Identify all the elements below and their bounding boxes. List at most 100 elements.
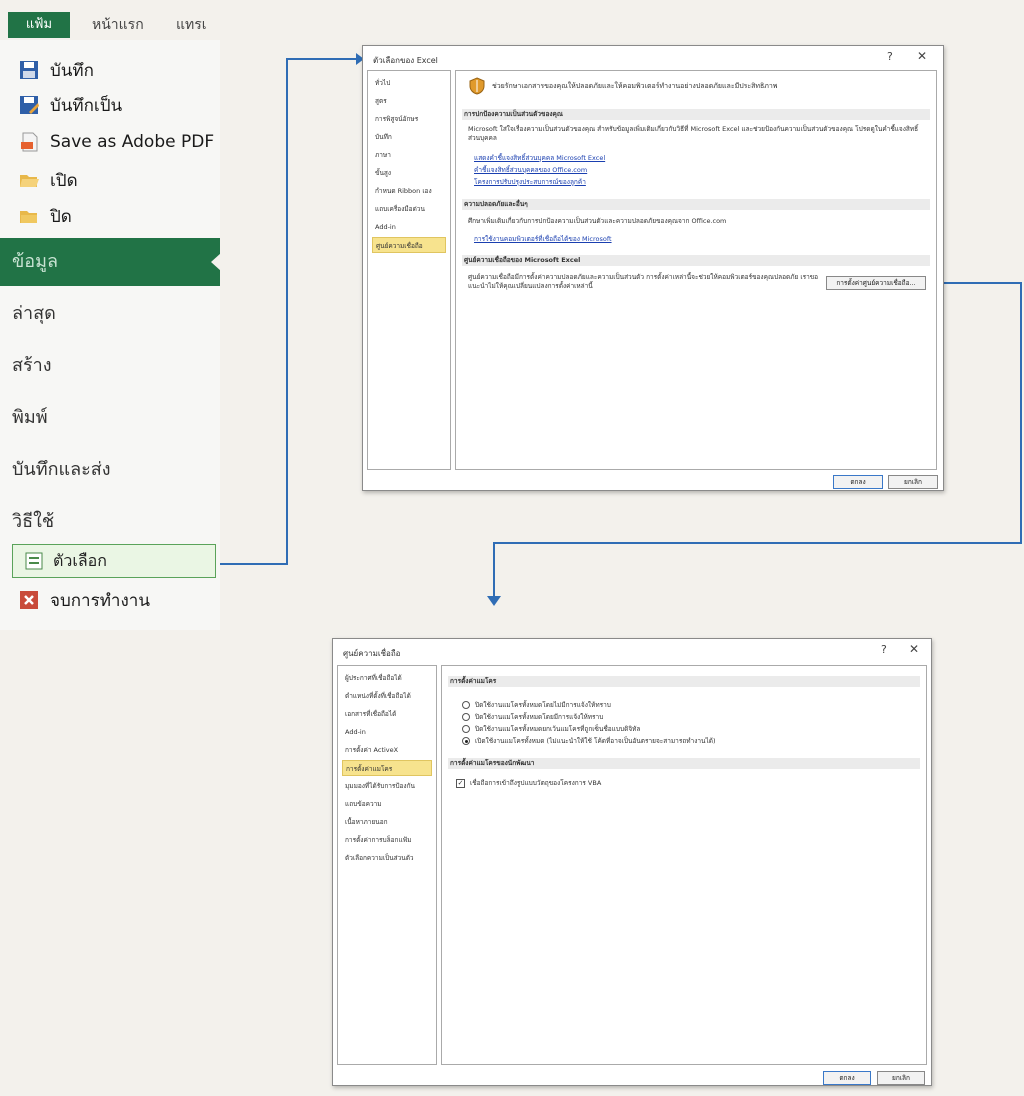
macro-settings-pane: การตั้งค่าแมโคร ปิดใช้งานแมโครทั้งหมดโดย… [441, 665, 927, 1065]
close-label: ปิด [50, 206, 72, 227]
trust-banner: ช่วยรักษาเอกสารของคุณให้ปลอดภัยและให้คอม… [492, 82, 778, 90]
save-pdf-command[interactable]: Save as Adobe PDF [18, 126, 214, 158]
close-button[interactable]: ✕ [917, 49, 927, 63]
ceip-link[interactable]: โครงการปรับปรุงประสบการณ์ของลูกค้า [474, 177, 586, 187]
options-nav: ทั่วไป สูตร การพิสูจน์อักษร บันทึก ภาษา … [367, 70, 451, 470]
exit-label: จบการทำงาน [50, 590, 150, 611]
nav-item-message-bar[interactable]: แถบข้อความ [342, 796, 432, 812]
close-button[interactable]: ✕ [909, 642, 919, 656]
options-icon [25, 552, 43, 570]
nav-item-activex[interactable]: การตั้งค่า ActiveX [342, 742, 432, 758]
cancel-button[interactable]: ยกเลิก [877, 1071, 925, 1085]
exit-command[interactable]: จบการทำงาน [18, 584, 150, 616]
privacy-text: Microsoft ใส่ใจเรื่องความเป็นส่วนตัวของค… [468, 125, 919, 142]
save-command[interactable]: บันทึก [18, 54, 94, 86]
checkbox-checked-icon[interactable]: ✓ [456, 778, 465, 788]
tab-file[interactable]: แฟ้ม [8, 12, 70, 38]
security-section-header: ความปลอดภัยและอื่นๆ [462, 199, 930, 210]
nav-item-save[interactable]: บันทึก [372, 129, 446, 145]
nav-item-general[interactable]: ทั่วไป [372, 75, 446, 91]
save-as-label: บันทึกเป็น [50, 95, 123, 116]
radio-button[interactable] [462, 725, 470, 733]
close-folder-icon [18, 205, 40, 227]
save-pdf-label: Save as Adobe PDF [50, 132, 215, 152]
trustworthy-computing-link[interactable]: การใช้งานคอมพิวเตอร์ที่เชื่อถือได้ของ Mi… [474, 234, 612, 244]
radio-disable-except-signed[interactable]: ปิดใช้งานแมโครทั้งหมดยกเว้นแมโครที่ถูกเซ… [462, 724, 640, 734]
nav-item-trusted-publishers[interactable]: ผู้ประกาศที่เชื่อถือได้ [342, 670, 432, 686]
section-save-send[interactable]: บันทึกและส่ง [0, 446, 220, 494]
nav-item-language[interactable]: ภาษา [372, 147, 446, 163]
macro-settings-header: การตั้งค่าแมโคร [448, 676, 920, 687]
trust-center-dialog: ศูนย์ความเชื่อถือ ? ✕ ผู้ประกาศที่เชื่อถ… [332, 638, 932, 1086]
close-command[interactable]: ปิด [18, 200, 72, 232]
developer-macro-header: การตั้งค่าแมโครของนักพัฒนา [448, 758, 920, 769]
section-new[interactable]: สร้าง [0, 342, 220, 390]
radio-enable-all[interactable]: เปิดใช้งานแมโครทั้งหมด (ไม่แนะนำให้ใช้ โ… [462, 736, 715, 746]
ok-button[interactable]: ตกลง [833, 475, 883, 489]
section-recent[interactable]: ล่าสุด [0, 290, 220, 338]
nav-item-trusted-documents[interactable]: เอกสารที่เชื่อถือได้ [342, 706, 432, 722]
excel-options-dialog: ตัวเลือกของ Excel ? ✕ ทั่วไป สูตร การพิส… [362, 45, 944, 491]
trust-center-nav: ผู้ประกาศที่เชื่อถือได้ ตำแหน่งที่ตั้งที… [337, 665, 437, 1065]
radio-label: ปิดใช้งานแมโครทั้งหมดโดยไม่มีการแจ้งให้ท… [475, 701, 611, 709]
radio-button[interactable] [462, 701, 470, 709]
dialog-title: ตัวเลือกของ Excel [373, 56, 438, 65]
nav-item-external-content[interactable]: เนื้อหาภายนอก [342, 814, 432, 830]
save-as-command[interactable]: บันทึกเป็น [18, 89, 122, 121]
options-pane: ช่วยรักษาเอกสารของคุณให้ปลอดภัยและให้คอม… [455, 70, 937, 470]
pdf-icon [18, 131, 40, 153]
save-icon [18, 59, 40, 81]
connector-line [286, 58, 288, 565]
nav-item-customize-ribbon[interactable]: กำหนด Ribbon เอง [372, 183, 446, 199]
save-label: บันทึก [50, 60, 94, 81]
exit-icon [18, 589, 40, 611]
trust-center-settings-button[interactable]: การตั้งค่าศูนย์ความเชื่อถือ... [826, 276, 926, 290]
nav-item-privacy-options[interactable]: ตัวเลือกความเป็นส่วนตัว [342, 850, 432, 866]
nav-item-trusted-locations[interactable]: ตำแหน่งที่ตั้งที่เชื่อถือได้ [342, 688, 432, 704]
section-info[interactable]: ข้อมูล [0, 238, 221, 286]
nav-item-addins[interactable]: Add-in [342, 724, 432, 740]
tab-insert[interactable]: แทรเ [176, 12, 207, 38]
options-label: ตัวเลือก [53, 550, 107, 570]
radio-label: เปิดใช้งานแมโครทั้งหมด (ไม่แนะนำให้ใช้ โ… [475, 737, 716, 745]
nav-item-file-block[interactable]: การตั้งค่าการบล็อกแฟ้ม [342, 832, 432, 848]
backstage-menu: บันทึก บันทึกเป็น Save as Adobe PDF เปิด… [0, 40, 221, 630]
nav-item-protected-view[interactable]: มุมมองที่ได้รับการป้องกัน [342, 778, 432, 794]
trust-center-section-header: ศูนย์ความเชื่อถือของ Microsoft Excel [462, 255, 930, 266]
office-privacy-link[interactable]: คำชี้แจงสิทธิ์ส่วนบุคคลของ Office.com [474, 165, 587, 175]
privacy-link[interactable]: แสดงคำชี้แจงสิทธิ์ส่วนบุคคล Microsoft Ex… [474, 153, 605, 163]
nav-item-quick-access[interactable]: แถบเครื่องมือด่วน [372, 201, 446, 217]
cancel-button[interactable]: ยกเลิก [888, 475, 938, 489]
connector-line [286, 58, 362, 60]
section-print[interactable]: พิมพ์ [0, 394, 220, 442]
privacy-section-header: การปกป้องความเป็นส่วนตัวของคุณ [462, 109, 930, 120]
nav-item-formulas[interactable]: สูตร [372, 93, 446, 109]
radio-label: ปิดใช้งานแมโครทั้งหมดยกเว้นแมโครที่ถูกเซ… [475, 725, 641, 733]
section-help[interactable]: วิธีใช้ [0, 498, 220, 546]
security-text: ศึกษาเพิ่มเติมเกี่ยวกับการปกป้องความเป็น… [468, 217, 727, 225]
nav-item-addins[interactable]: Add-in [372, 219, 446, 235]
ok-button[interactable]: ตกลง [823, 1071, 871, 1085]
tab-home[interactable]: หน้าแรก [92, 12, 144, 38]
open-command[interactable]: เปิด [18, 164, 78, 196]
nav-item-proofing[interactable]: การพิสูจน์อักษร [372, 111, 446, 127]
nav-item-trust-center[interactable]: ศูนย์ความเชื่อถือ [372, 237, 446, 253]
radio-button[interactable] [462, 713, 470, 721]
nav-item-macro-settings[interactable]: การตั้งค่าแมโคร [342, 760, 432, 776]
radio-disable-no-notify[interactable]: ปิดใช้งานแมโครทั้งหมดโดยไม่มีการแจ้งให้ท… [462, 700, 611, 710]
save-as-icon [18, 94, 40, 116]
open-label: เปิด [50, 170, 78, 191]
connector-line [220, 563, 286, 565]
nav-item-advanced[interactable]: ขั้นสูง [372, 165, 446, 181]
vba-access-label: เชื่อถือการเข้าถึงรูปแบบวัตถุของโครงการ … [470, 779, 602, 787]
vba-access-checkbox-row[interactable]: ✓ เชื่อถือการเข้าถึงรูปแบบวัตถุของโครงกา… [456, 778, 601, 788]
radio-disable-notify[interactable]: ปิดใช้งานแมโครทั้งหมดโดยมีการแจ้งให้ทราบ [462, 712, 603, 722]
help-button[interactable]: ? [881, 643, 887, 656]
shield-icon [468, 77, 486, 95]
radio-button[interactable] [462, 737, 470, 745]
connector-line [1020, 282, 1022, 544]
connector-line [944, 282, 1022, 284]
options-button[interactable]: ตัวเลือก [12, 544, 216, 578]
help-button[interactable]: ? [887, 50, 893, 63]
dialog-title: ศูนย์ความเชื่อถือ [343, 649, 401, 658]
